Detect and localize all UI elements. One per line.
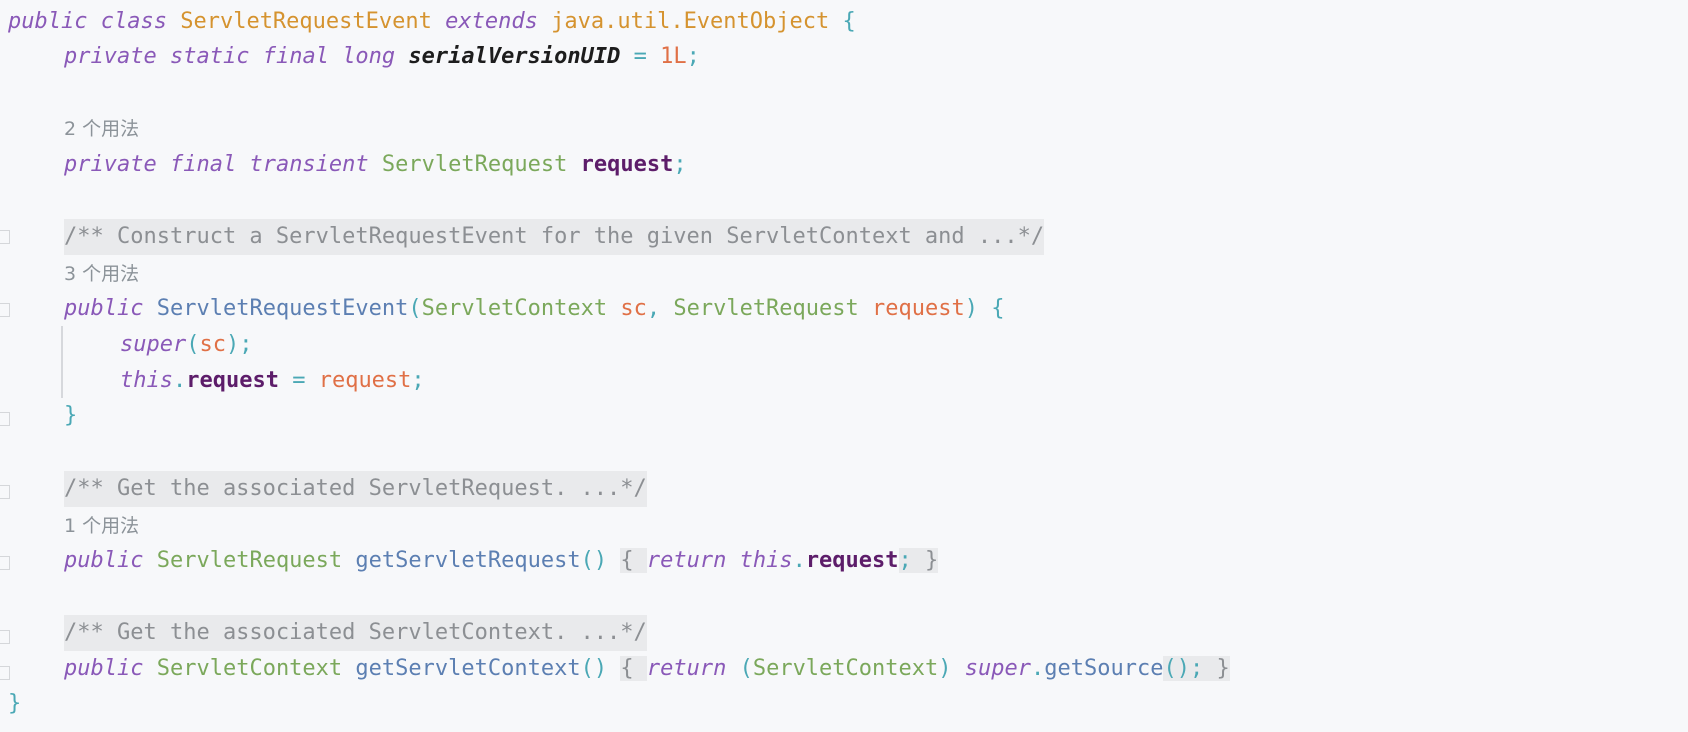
field-name: serialVersionUID (408, 44, 621, 69)
brace: { (620, 548, 634, 573)
constructor-name: ServletRequestEvent (156, 296, 409, 321)
usages-hint[interactable]: 1 个用法 (64, 514, 139, 538)
type-name: ServletRequest (156, 548, 343, 573)
keyword: final (169, 152, 237, 177)
keyword: extends (445, 9, 538, 34)
brace: } (64, 403, 78, 428)
fold-marker[interactable] (0, 230, 10, 244)
keyword: public (64, 656, 144, 681)
parameter-name: request (872, 296, 965, 321)
keyword: static (169, 44, 250, 69)
code-line-get-servlet-context[interactable]: public ServletContext getServletContext(… (64, 651, 1230, 687)
brace: } (925, 548, 939, 573)
keyword: public (64, 296, 144, 321)
brace: } (1216, 656, 1230, 681)
keyword: long (342, 44, 396, 69)
brace: { (620, 656, 634, 681)
keyword: this (120, 368, 173, 393)
dot: . (172, 368, 187, 393)
code-line-assignment[interactable]: this.request = request; (120, 363, 425, 399)
dot: . (792, 548, 806, 573)
number-literal: 1L (660, 44, 687, 69)
folded-brace[interactable]: { (620, 548, 647, 573)
folded-brace[interactable]: ; } (898, 548, 939, 573)
package-name: java.util. (551, 9, 684, 34)
keyword: transient (249, 152, 369, 177)
code-line-class-declaration[interactable]: public class ServletRequestEvent extends… (8, 4, 856, 40)
code-line-super-call[interactable]: super(sc); (120, 327, 252, 363)
code-line-get-servlet-request[interactable]: public ServletRequest getServletRequest(… (64, 543, 939, 579)
dot: . (1031, 656, 1045, 681)
brace: } (8, 691, 22, 716)
brace: { (842, 9, 856, 34)
usages-hint[interactable]: 3 个用法 (64, 262, 139, 286)
type-name: ServletRequest (381, 152, 568, 177)
class-name: ServletRequestEvent (180, 9, 432, 34)
code-line-class-close[interactable]: } (8, 686, 21, 722)
code-line-serial-version[interactable]: private static final long serialVersionU… (64, 39, 700, 75)
paren: ); (225, 332, 253, 357)
fold-marker[interactable] (0, 666, 10, 680)
code-line-constructor[interactable]: public ServletRequestEvent(ServletContex… (64, 291, 1005, 327)
fold-marker[interactable] (0, 412, 10, 426)
code-editor[interactable]: public class ServletRequestEvent extends… (0, 0, 1688, 732)
paren: ( (408, 296, 422, 321)
type-name: ServletContext (752, 656, 939, 681)
indent-guide (61, 326, 63, 398)
method-name: getServletContext (355, 656, 581, 681)
semicolon: ; (411, 368, 425, 393)
keyword: final (262, 44, 329, 69)
operator: = (292, 368, 306, 393)
folded-brace[interactable]: (); } (1163, 656, 1230, 681)
paren: ) (964, 296, 978, 321)
keyword: super (120, 332, 187, 357)
brace: { (991, 296, 1005, 321)
type-name: ServletContext (421, 296, 608, 321)
paren: ) (938, 656, 952, 681)
field-name: request (580, 152, 674, 177)
paren: (); (1163, 656, 1204, 681)
semicolon: ; (898, 548, 912, 573)
parameter-name: sc (620, 296, 647, 321)
method-name: getServletRequest (355, 548, 581, 573)
keyword: private (64, 152, 157, 177)
paren: () (580, 656, 608, 681)
argument: sc (199, 332, 226, 357)
paren: ( (739, 656, 753, 681)
field-name: request (805, 548, 899, 573)
keyword: class (100, 9, 167, 34)
type-name: ServletRequest (673, 296, 859, 321)
type-name: ServletContext (156, 656, 343, 681)
method-call: getSource (1044, 656, 1164, 681)
keyword: public (64, 548, 144, 573)
keyword: public (8, 9, 88, 34)
keyword: return (646, 548, 727, 573)
folded-brace[interactable]: { (620, 656, 647, 681)
keyword: private (64, 44, 157, 69)
keyword: return (646, 656, 727, 681)
code-line-constructor-close[interactable]: } (64, 398, 77, 434)
comma: , (646, 296, 661, 321)
fold-marker[interactable] (0, 630, 10, 644)
paren: ( (186, 332, 200, 357)
semicolon: ; (673, 152, 687, 177)
usages-hint[interactable]: 2 个用法 (64, 117, 139, 141)
parameter-name: request (318, 368, 412, 393)
fold-marker[interactable] (0, 303, 10, 317)
paren: () (580, 548, 608, 573)
fold-marker[interactable] (0, 485, 10, 499)
keyword: super (964, 656, 1031, 681)
superclass-name: EventObject (683, 9, 830, 34)
folded-doc-comment[interactable]: /** Get the associated ServletContext. .… (64, 615, 647, 651)
folded-doc-comment[interactable]: /** Construct a ServletRequestEvent for … (64, 219, 1045, 255)
folded-doc-comment[interactable]: /** Get the associated ServletRequest. .… (64, 471, 647, 507)
semicolon: ; (686, 44, 700, 69)
fold-marker[interactable] (0, 556, 10, 570)
keyword: this (739, 548, 793, 573)
operator: = (633, 44, 647, 69)
field-name: request (186, 368, 279, 393)
code-line-request-field[interactable]: private final transient ServletRequest r… (64, 147, 687, 183)
